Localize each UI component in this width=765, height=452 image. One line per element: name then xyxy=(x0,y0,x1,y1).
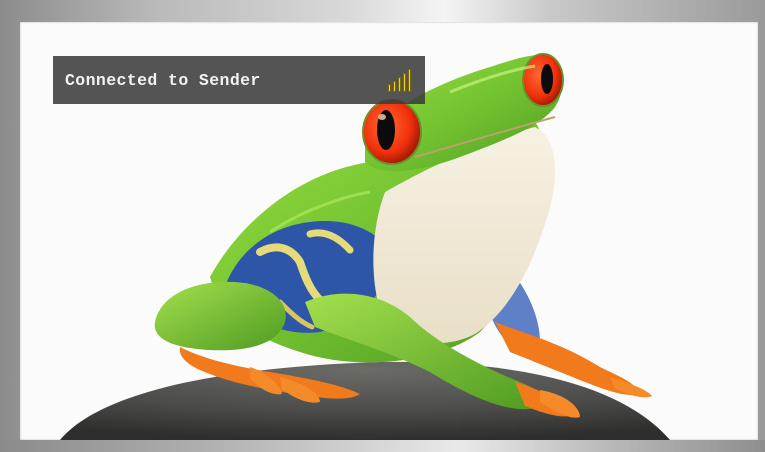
display-frame-bottom xyxy=(0,440,765,452)
signal-bar xyxy=(408,69,411,92)
video-screen: Connected to Sender xyxy=(20,22,758,440)
connection-status-text: Connected to Sender xyxy=(65,70,261,90)
signal-strength-icon xyxy=(388,68,411,92)
signal-bar xyxy=(393,81,396,92)
signal-bar xyxy=(388,84,391,92)
connection-status-bar: Connected to Sender xyxy=(53,56,425,104)
signal-bar xyxy=(398,77,401,92)
signal-bar xyxy=(403,73,406,92)
